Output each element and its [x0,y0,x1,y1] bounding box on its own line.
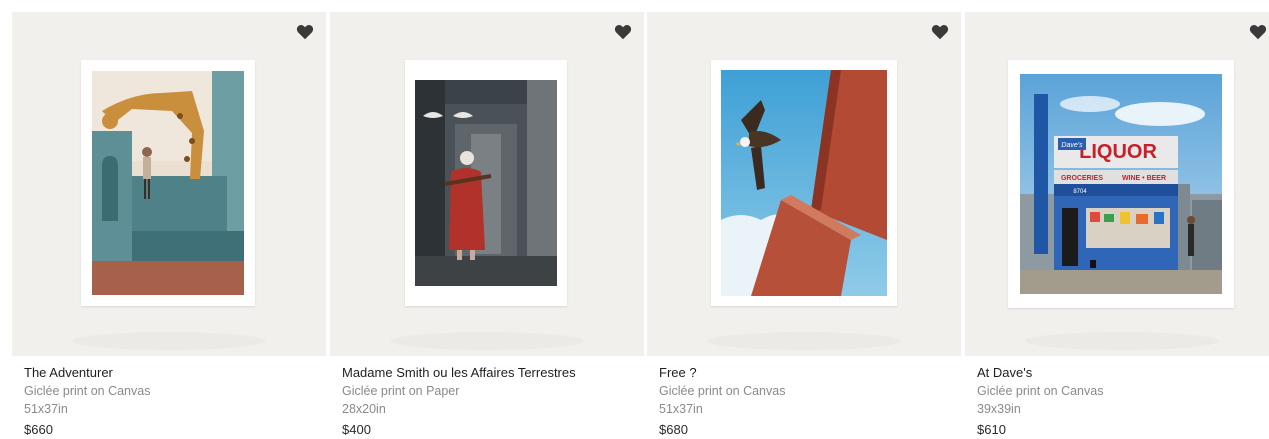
product-size: 51x37in [659,402,703,416]
svg-text:8704: 8704 [1073,189,1087,195]
heart-icon[interactable] [931,24,949,40]
product-title[interactable]: The Adventurer [24,364,326,382]
product-size: 39x39in [977,402,1021,416]
artwork-image: LIQUOR Dave's GROCERIES WINE • BEER 8704 [1020,74,1222,294]
product-image-area[interactable] [330,12,644,356]
frame-shadow [72,332,266,350]
product-size: 28x20in [342,402,386,416]
product-price: $400 [342,422,371,437]
product-price: $680 [659,422,688,437]
product-medium: Giclée print on Canvas [24,384,151,398]
svg-text:WINE • BEER: WINE • BEER [1122,175,1166,182]
svg-text:Dave's: Dave's [1061,142,1083,149]
artwork-image [721,70,887,296]
product-title[interactable]: Madame Smith ou les Affaires Terrestres [342,364,644,382]
heart-icon[interactable] [614,24,632,40]
product-medium: Giclée print on Canvas [977,384,1104,398]
product-image-area[interactable] [647,12,961,356]
artwork-image [415,80,557,286]
product-title[interactable]: Free ? [659,364,961,382]
product-price: $610 [977,422,1006,437]
product-card[interactable]: Free ? Giclée print on Canvas 51x37in $6… [647,12,961,437]
frame-shadow [707,332,901,350]
svg-text:LIQUOR: LIQUOR [1079,141,1157,163]
frame-shadow [390,332,584,350]
svg-text:GROCERIES: GROCERIES [1061,175,1103,182]
artwork-frame [81,60,255,306]
artwork-frame: LIQUOR Dave's GROCERIES WINE • BEER 8704 [1008,60,1234,308]
product-title[interactable]: At Dave's [977,364,1269,382]
frame-shadow [1025,332,1219,350]
heart-icon[interactable] [296,24,314,40]
product-grid: The Adventurer Giclée print on Canvas 51… [0,0,1269,437]
product-card[interactable]: LIQUOR Dave's GROCERIES WINE • BEER 8704 [965,12,1269,437]
product-medium: Giclée print on Paper [342,384,460,398]
product-card[interactable]: Madame Smith ou les Affaires Terrestres … [330,12,644,437]
product-medium: Giclée print on Canvas [659,384,786,398]
heart-icon[interactable] [1249,24,1267,40]
product-price: $660 [24,422,53,437]
product-size: 51x37in [24,402,68,416]
product-image-area[interactable]: LIQUOR Dave's GROCERIES WINE • BEER 8704 [965,12,1269,356]
artwork-image [92,71,244,295]
artwork-frame [405,60,567,306]
artwork-frame [711,60,897,306]
product-image-area[interactable] [12,12,326,356]
product-card[interactable]: The Adventurer Giclée print on Canvas 51… [12,12,326,437]
